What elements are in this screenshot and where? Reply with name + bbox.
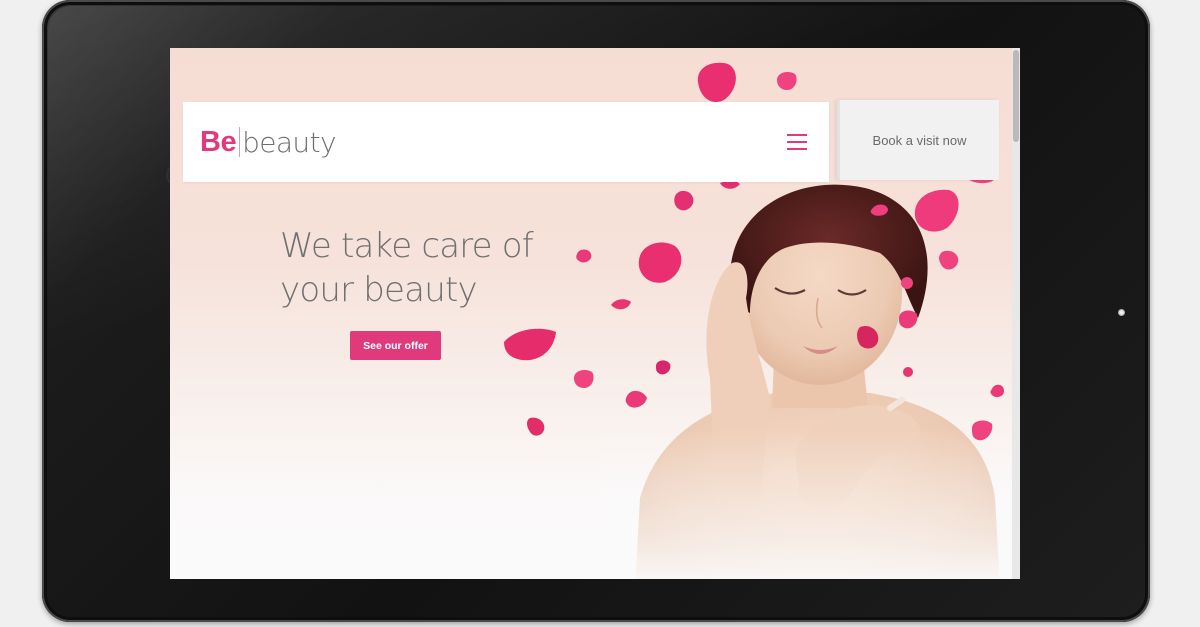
petal-icon [870,204,888,216]
see-offer-button[interactable]: See our offer [350,331,441,360]
hamburger-line [787,134,807,136]
vertical-scrollbar[interactable] [1012,48,1020,579]
brand-logo[interactable]: Be beauty [200,124,337,160]
hero-headline: We take care of your beauty [280,224,580,312]
headline-line-1: We take care of [280,226,534,266]
petal-icon [939,250,959,270]
petal-icon [674,190,694,211]
petal-icon [990,384,1004,398]
logo-divider [239,127,241,157]
hamburger-line [787,148,807,150]
logo-be-text: Be [200,125,237,158]
petal-icon [504,328,556,361]
petal-icon [857,325,879,349]
petal-icon [720,181,740,189]
petal-icon [901,277,913,289]
hamburger-menu-icon[interactable] [787,134,807,150]
petal-icon [972,420,993,441]
petal-icon [638,242,682,283]
petal-icon [625,390,647,408]
petal-icon [777,72,797,90]
site-header: Be beauty [183,102,829,182]
tablet-screen: Be beauty Book a visit now We take care … [170,48,1020,579]
hamburger-line [787,141,807,143]
book-visit-button[interactable]: Book a visit now [837,100,999,180]
petal-icon [697,62,736,102]
light-sensor [1118,309,1125,316]
petal-icon [914,189,959,232]
petal-icon [527,417,545,436]
petal-icon [656,360,671,375]
petal-icon [611,299,631,310]
headline-line-2: your beauty [280,270,478,310]
logo-beauty-text: beauty [242,125,336,159]
scrollbar-thumb[interactable] [1013,50,1019,142]
petal-icon [903,367,913,377]
petal-icon [574,370,594,388]
petal-icon [899,310,918,329]
